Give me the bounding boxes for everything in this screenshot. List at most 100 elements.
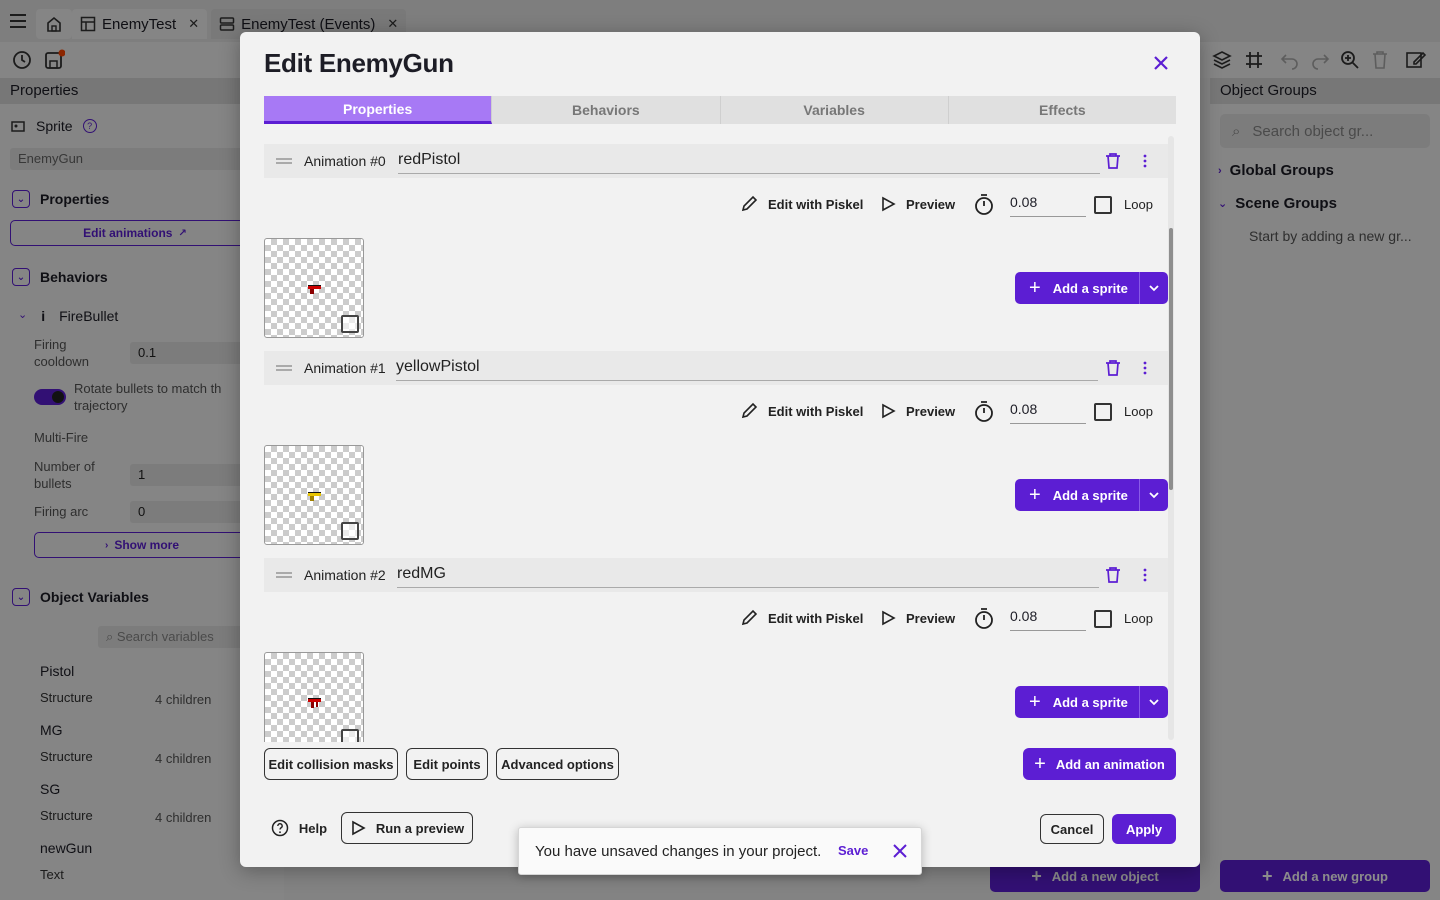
animations-list: Animation #0 redPistol Edit with Piskel … — [264, 132, 1176, 742]
apply-button[interactable]: Apply — [1112, 814, 1176, 844]
trash-icon[interactable] — [1104, 152, 1122, 170]
frame-select-checkbox[interactable] — [341, 522, 359, 540]
animation-item: Animation #0 redPistol Edit with Piskel … — [264, 144, 1168, 351]
loop-label: Loop — [1124, 611, 1153, 626]
dialog-title: Edit EnemyGun — [264, 48, 454, 78]
plus-icon: + — [1034, 752, 1046, 775]
add-sprite-button-group: + Add a sprite — [1015, 272, 1168, 304]
play-icon — [882, 610, 896, 626]
button-label: Add a sprite — [1052, 487, 1128, 503]
add-sprite-button[interactable]: + Add a sprite — [1015, 479, 1139, 511]
button-label: Preview — [906, 403, 956, 419]
edit-points-button[interactable]: Edit points — [406, 748, 488, 780]
drag-handle-icon[interactable] — [276, 572, 292, 578]
animation-name-input[interactable]: redPistol — [398, 148, 1100, 174]
button-label: Add a sprite — [1052, 280, 1128, 296]
advanced-options-button[interactable]: Advanced options — [496, 748, 619, 780]
button-label: Edit with Piskel — [768, 610, 864, 626]
loop-checkbox[interactable] — [1094, 403, 1112, 421]
unsaved-changes-snackbar: You have unsaved changes in your project… — [518, 827, 922, 875]
snackbar-save-button[interactable]: Save — [838, 843, 868, 858]
button-label: Help — [298, 820, 328, 836]
chevron-down-icon — [1149, 699, 1159, 706]
animation-name-input[interactable]: redMG — [397, 562, 1099, 588]
sprite-frame-thumbnail[interactable] — [264, 652, 364, 742]
loop-label: Loop — [1124, 404, 1153, 419]
preview-button[interactable]: Preview — [880, 398, 955, 424]
sprite-frame-thumbnail[interactable] — [264, 238, 364, 338]
loop-checkbox[interactable] — [1094, 610, 1112, 628]
loop-checkbox[interactable] — [1094, 196, 1112, 214]
help-button[interactable]: Help — [264, 812, 334, 844]
trash-icon[interactable] — [1104, 566, 1122, 584]
animation-index-label: Animation #0 — [304, 153, 386, 169]
chevron-down-icon — [1149, 492, 1159, 499]
play-icon — [882, 196, 896, 212]
frame-duration-input[interactable]: 0.08 — [1010, 191, 1086, 217]
run-preview-button[interactable]: Run a preview — [341, 812, 473, 844]
frame-duration-input[interactable]: 0.08 — [1010, 605, 1086, 631]
add-sprite-dropdown[interactable] — [1139, 272, 1168, 304]
edit-object-dialog: Edit EnemyGun Properties Behaviors Varia… — [240, 32, 1200, 867]
animation-index-label: Animation #2 — [304, 567, 386, 583]
more-options-icon[interactable] — [1140, 153, 1150, 169]
red-pistol-sprite — [308, 285, 321, 294]
edit-with-piskel-button[interactable]: Edit with Piskel — [740, 398, 863, 424]
button-label: Add an animation — [1055, 756, 1165, 772]
close-icon[interactable] — [891, 842, 909, 860]
animation-header: Animation #1 yellowPistol — [264, 351, 1168, 385]
edit-collision-masks-button[interactable]: Edit collision masks — [264, 748, 398, 780]
preview-button[interactable]: Preview — [880, 191, 955, 217]
add-sprite-button[interactable]: + Add a sprite — [1015, 686, 1139, 718]
button-label: Run a preview — [375, 820, 465, 836]
add-sprite-button-group: + Add a sprite — [1015, 479, 1168, 511]
dialog-tabs: Properties Behaviors Variables Effects — [264, 96, 1176, 124]
more-options-icon[interactable] — [1140, 567, 1150, 583]
edit-with-piskel-button[interactable]: Edit with Piskel — [740, 605, 863, 631]
pencil-icon — [741, 195, 758, 212]
cancel-button[interactable]: Cancel — [1040, 814, 1104, 844]
animation-header: Animation #2 redMG — [264, 558, 1168, 592]
plus-icon: + — [1029, 483, 1041, 506]
add-animation-button[interactable]: + Add an animation — [1023, 748, 1176, 780]
loop-label: Loop — [1124, 197, 1153, 212]
animation-controls: Edit with Piskel Preview 0.08 Loop — [264, 398, 1168, 424]
pencil-icon — [741, 609, 758, 626]
plus-icon: + — [1029, 690, 1041, 713]
more-options-icon[interactable] — [1140, 360, 1150, 376]
snackbar-message: You have unsaved changes in your project… — [535, 842, 822, 860]
drag-handle-icon[interactable] — [276, 158, 292, 164]
animation-name-input[interactable]: yellowPistol — [396, 355, 1098, 381]
trash-icon[interactable] — [1104, 359, 1122, 377]
close-icon[interactable] — [1150, 52, 1172, 74]
drag-handle-icon[interactable] — [276, 365, 292, 371]
animation-controls: Edit with Piskel Preview 0.08 Loop — [264, 605, 1168, 631]
button-label: Edit with Piskel — [768, 196, 864, 212]
tab-behaviors[interactable]: Behaviors — [492, 96, 721, 124]
frame-select-checkbox[interactable] — [341, 315, 359, 333]
timer-icon — [974, 191, 994, 217]
add-sprite-button[interactable]: + Add a sprite — [1015, 272, 1139, 304]
animation-item: Animation #1 yellowPistol Edit with Pisk… — [264, 351, 1168, 558]
sprite-frame-thumbnail[interactable] — [264, 445, 364, 545]
red-mg-sprite — [308, 698, 321, 708]
tab-effects[interactable]: Effects — [949, 96, 1176, 124]
add-sprite-button-group: + Add a sprite — [1015, 686, 1168, 718]
pencil-icon — [741, 402, 758, 419]
add-sprite-dropdown[interactable] — [1139, 686, 1168, 718]
chevron-down-icon — [1149, 285, 1159, 292]
frame-select-checkbox[interactable] — [341, 729, 359, 742]
edit-with-piskel-button[interactable]: Edit with Piskel — [740, 191, 863, 217]
yellow-pistol-sprite — [308, 492, 321, 501]
add-sprite-dropdown[interactable] — [1139, 479, 1168, 511]
timer-icon — [974, 398, 994, 424]
tab-variables[interactable]: Variables — [721, 96, 949, 124]
button-label: Edit with Piskel — [768, 403, 864, 419]
help-icon — [271, 819, 289, 837]
preview-button[interactable]: Preview — [880, 605, 955, 631]
button-label: Preview — [906, 610, 956, 626]
animation-header: Animation #0 redPistol — [264, 144, 1168, 178]
frame-duration-input[interactable]: 0.08 — [1010, 398, 1086, 424]
plus-icon: + — [1029, 276, 1041, 299]
tab-properties[interactable]: Properties — [264, 96, 493, 124]
